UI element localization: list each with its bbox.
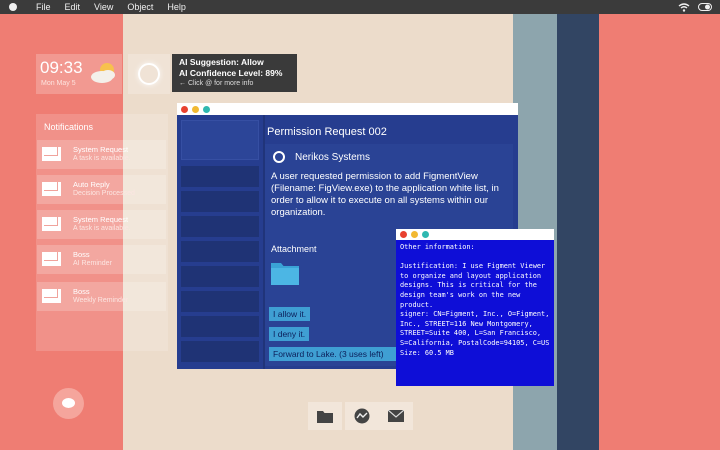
sidebar-item[interactable] [181, 191, 259, 212]
mail-icon [42, 147, 61, 161]
mail-icon [42, 252, 61, 266]
menu-object[interactable]: Object [127, 2, 153, 12]
notifications-header: Notifications [44, 122, 94, 132]
ai-ring-icon [138, 63, 160, 85]
arrow-left-icon: ← [179, 80, 186, 87]
menu-file[interactable]: File [36, 2, 51, 12]
info-titlebar[interactable] [396, 229, 554, 240]
sidebar-item[interactable] [181, 341, 259, 362]
company-avatar-icon [273, 151, 285, 163]
notification-item[interactable]: System Request A task is available. [37, 210, 166, 239]
wifi-icon[interactable] [678, 2, 690, 12]
minimize-icon[interactable] [192, 106, 199, 113]
mail-icon [42, 182, 61, 196]
allow-button[interactable]: I allow it. [269, 307, 311, 321]
chat-button[interactable] [53, 388, 84, 419]
minimize-icon[interactable] [411, 231, 418, 238]
toggle-icon[interactable] [698, 3, 712, 11]
clock-date: Mon May 5 [41, 80, 76, 87]
clock-widget: 09:33 Mon May 5 [36, 54, 122, 94]
mail-icon [388, 410, 404, 422]
menu-help[interactable]: Help [167, 2, 186, 12]
menu-edit[interactable]: Edit [65, 2, 81, 12]
company-name: Nerikos Systems [295, 152, 371, 163]
info-popup-window: Other information: Justification: I use … [396, 229, 554, 386]
notification-item[interactable]: Boss AI Reminder [37, 245, 166, 274]
forward-button[interactable]: Forward to Lake. (3 uses left) [269, 347, 397, 361]
ai-confidence: AI Confidence Level: 89% [179, 68, 283, 78]
sidebar-item[interactable] [181, 291, 259, 312]
notification-subtitle: A task is available. [73, 225, 131, 232]
notification-subtitle: Decision Processed [73, 190, 135, 197]
notification-item[interactable]: Auto Reply Decision Processed [37, 175, 166, 204]
attachment-folder-icon[interactable] [271, 261, 299, 285]
maximize-icon[interactable] [203, 106, 210, 113]
dock-files-button[interactable] [308, 402, 342, 430]
ai-assistant-button[interactable] [128, 54, 170, 94]
notification-title: System Request [73, 145, 129, 154]
close-icon[interactable] [181, 106, 188, 113]
notification-item[interactable]: System Request A task is available. [37, 140, 166, 169]
system-logo-icon[interactable] [8, 2, 18, 12]
ai-suggestion-tooltip: AI Suggestion: Allow AI Confidence Level… [172, 54, 297, 92]
notification-title: System Request [73, 215, 129, 224]
close-icon[interactable] [400, 231, 407, 238]
folder-icon [317, 410, 333, 423]
sidebar-item[interactable] [181, 241, 259, 262]
chat-bubble-icon [62, 398, 75, 408]
sidebar-item[interactable] [181, 316, 259, 337]
dock-mail-button[interactable] [379, 402, 413, 430]
menu-view[interactable]: View [94, 2, 113, 12]
sidebar-item[interactable] [181, 216, 259, 237]
mail-icon [42, 217, 61, 231]
activity-icon [354, 408, 370, 424]
menu-bar: File Edit View Object Help [0, 0, 720, 14]
desktop-background-navy-stripe [557, 0, 599, 450]
ai-hint: ← Click @ for more info [179, 80, 290, 87]
maximize-icon[interactable] [422, 231, 429, 238]
window-titlebar[interactable] [177, 103, 518, 115]
sidebar-item[interactable] [181, 266, 259, 287]
attachment-label: Attachment [271, 244, 317, 254]
notification-title: Auto Reply [73, 180, 110, 189]
sidebar-item[interactable] [181, 166, 259, 187]
notification-subtitle: A task is available. [73, 155, 131, 162]
request-title: Permission Request 002 [267, 126, 387, 138]
info-text: Other information: Justification: I use … [400, 243, 550, 357]
menu-status-area [678, 2, 712, 12]
partly-cloudy-icon [91, 63, 115, 83]
request-description: A user requested permission to add Figme… [271, 171, 499, 218]
deny-button[interactable]: I deny it. [269, 327, 310, 341]
notification-title: Boss [73, 287, 90, 296]
mail-icon [42, 289, 61, 303]
desktop-background-right [599, 0, 720, 450]
notification-item[interactable]: Boss Weekly Reminder [37, 282, 166, 311]
notification-subtitle: Weekly Reminder [73, 297, 129, 304]
ai-hint-text: Click @ for more info [187, 80, 254, 87]
sidebar-header-tile[interactable] [181, 120, 259, 160]
notification-title: Boss [73, 250, 90, 259]
clock-time: 09:33 [40, 58, 83, 77]
notification-subtitle: AI Reminder [73, 260, 112, 267]
dock-activity-button[interactable] [345, 402, 379, 430]
notifications-panel: Notifications System Request A task is a… [36, 114, 168, 351]
ai-suggestion: AI Suggestion: Allow [179, 57, 264, 67]
